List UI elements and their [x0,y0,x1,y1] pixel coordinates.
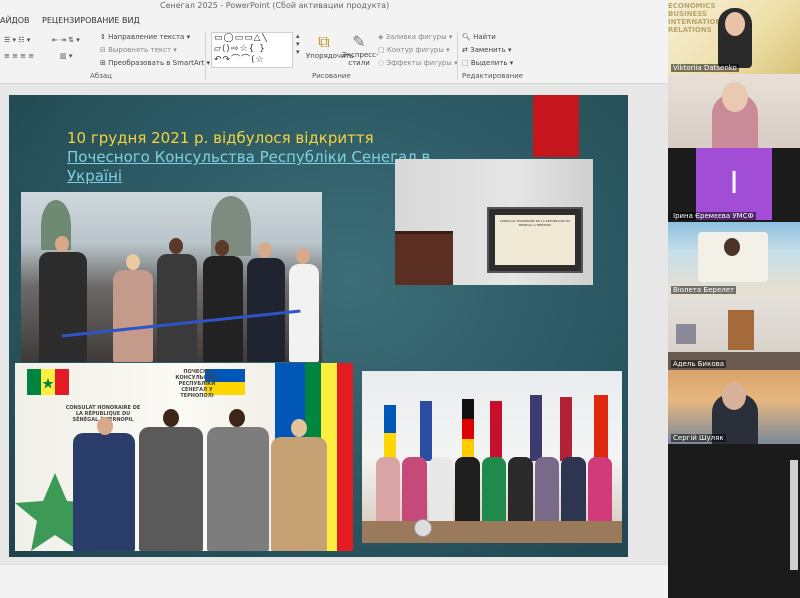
person-figure [587,457,612,527]
participant-face [722,382,746,410]
door-shape [395,231,453,285]
person-figure [428,457,454,527]
arrange-button[interactable]: ⧉ Упорядочить [306,32,354,60]
person-figure [73,433,135,551]
participant-face [725,12,745,36]
window-title: Сенегал 2025 - PowerPoint (Сбой активаци… [160,1,390,10]
person-figure [113,270,153,362]
editing-group-label: Редактирование [462,72,524,80]
person-figure [207,427,269,551]
person-figure [455,457,480,527]
person-figure [271,437,327,551]
indent-icon[interactable]: ⇤ ⇥ ⇅ ▾ [52,36,80,44]
person-figure [247,258,285,362]
person-figure [402,457,427,527]
arrange-icon: ⧉ [318,32,330,51]
ribbon-separator [457,32,458,80]
person-figure [481,457,507,527]
furniture-shape [728,310,754,350]
participant-name: Віолета Берелет [671,286,737,294]
banner-ukrainian-text: ПОЧЕСНЕ КОНСУЛЬСТВО РЕСПУБЛІКИ СЕНЕГАЛ У… [175,369,219,399]
window-titlebar: Сенегал 2025 - PowerPoint (Сбой активаци… [0,0,668,12]
participant-avatar: І [696,148,772,220]
participant-name: Адель Бикова [671,360,727,368]
senegal-flag-icon [27,369,69,395]
shapes-gallery[interactable]: ▭◯▭▭△╲ ▱⟨⟩⇨☆{ } ↶↷⌒⌒(☆ [211,32,293,68]
tab-review[interactable]: РЕЦЕНЗИРОВАНИЕ [42,16,119,25]
shape-outline-button[interactable]: ▢ Контур фигуры ▾ [378,46,450,54]
ribbon-cutting-photo[interactable] [21,192,322,362]
replace-button[interactable]: ⇄ Заменить ▾ [462,46,512,54]
slide-title[interactable]: 10 грудня 2021 р. відбулося відкриття По… [67,129,447,186]
participant-face [724,238,740,256]
delegation-group-photo[interactable] [362,371,622,543]
participant-tile[interactable]: І Ірина Єремєєва УМСФ [668,148,800,222]
ribbon-separator [205,32,206,80]
participant-name: Viktoriia Datsenko [671,64,739,72]
slide-title-link[interactable]: Почесного Консульства Республіки Сенегал… [67,148,430,185]
participant-tile[interactable]: Сергій Шуляк [668,370,800,444]
person-head [296,248,310,264]
participant-tile[interactable]: Віолета Берелет [668,222,800,296]
ribbon-tabs: АЙДОВ РЕЦЕНЗИРОВАНИЕ ВИД [0,12,668,30]
find-button[interactable]: 🔍︎ Найти [462,33,496,41]
drawing-group-label: Рисование [312,72,351,80]
slide-canvas[interactable]: 10 грудня 2021 р. відбулося відкриття По… [9,95,628,557]
select-button[interactable]: ⬚ Выделить ▾ [462,59,513,67]
emblem-icon [414,519,432,537]
person-head [169,238,183,254]
person-figure [534,457,560,527]
person-figure [157,254,197,362]
officials-flags-photo[interactable]: CONSULAT HONORAIRE DE LA RÉPUBLIQUE DU S… [15,363,353,551]
smartart-button[interactable]: ⊞ Преобразовать в SmartArt ▾ [100,59,210,67]
group-people [376,457,612,527]
person-head [215,240,229,256]
person-head [258,242,272,258]
consulate-plaque-photo[interactable]: CONSULAT HONORAIRE DE LA REPUBLIQUE DU S… [395,159,593,285]
person-head [163,409,179,427]
participant-tile[interactable]: ECONOMICS BUSINESS INTERNATIONAL RELATIONS … [668,0,800,74]
person-figure [39,252,87,362]
person-head [126,254,140,270]
person-figure [561,457,586,527]
person-head [97,417,113,435]
text-direction-button[interactable]: ⇕ Направление текста ▾ [100,33,190,41]
gallery-scroll-icon[interactable]: ▴ ▾ ▾ [296,32,300,56]
picture-frame-shape [676,324,696,344]
bullets-icon[interactable]: ☰ ▾ ☷ ▾ [4,36,30,44]
tab-view[interactable]: ВИД [122,16,140,25]
person-figure [508,457,533,527]
participant-name: Сергій Шуляк [671,434,726,442]
shape-fill-button[interactable]: ◈ Заливка фигуры ▾ [378,33,452,41]
participant-face [722,82,748,112]
red-accent-bar [533,95,579,157]
panel-scrollbar[interactable] [790,460,798,570]
person-head [291,419,307,437]
participant-tile[interactable]: Адель Бикова [668,296,800,370]
participant-tile[interactable] [668,74,800,148]
quick-styles-icon: ✎ [352,32,366,51]
table-shape [362,521,622,543]
person-figure [203,256,243,362]
slide-title-date: 10 грудня 2021 р. відбулося відкриття [67,129,374,147]
quick-styles-button[interactable]: ✎ Экспресс-стили [342,32,379,67]
columns-icon[interactable]: ▥ ▾ [60,52,72,60]
participant-name: Ірина Єремєєва УМСФ [671,212,756,220]
align-text-button[interactable]: ⊟ Выровнять текст ▾ [100,46,177,54]
tab-slideshow[interactable]: АЙДОВ [0,16,30,25]
paragraph-group-label: Абзац [90,72,112,80]
person-head [229,409,245,427]
plaque: CONSULAT HONORAIRE DE LA REPUBLIQUE DU S… [487,207,583,273]
person-head [55,236,69,252]
person-figure [139,427,203,551]
plaque-text: CONSULAT HONORAIRE DE LA REPUBLIQUE DU S… [495,215,575,265]
status-bar [0,564,668,598]
person-figure [376,457,401,527]
shape-effects-button[interactable]: ◌ Эффекты фигуры ▾ [378,59,458,67]
align-icons[interactable]: ≡ ≡ ≡ ≡ [4,52,34,60]
ribbon: ☰ ▾ ☷ ▾ ⇤ ⇥ ⇅ ▾ ≡ ≡ ≡ ≡ ▥ ▾ ⇕ Направлени… [0,30,668,84]
